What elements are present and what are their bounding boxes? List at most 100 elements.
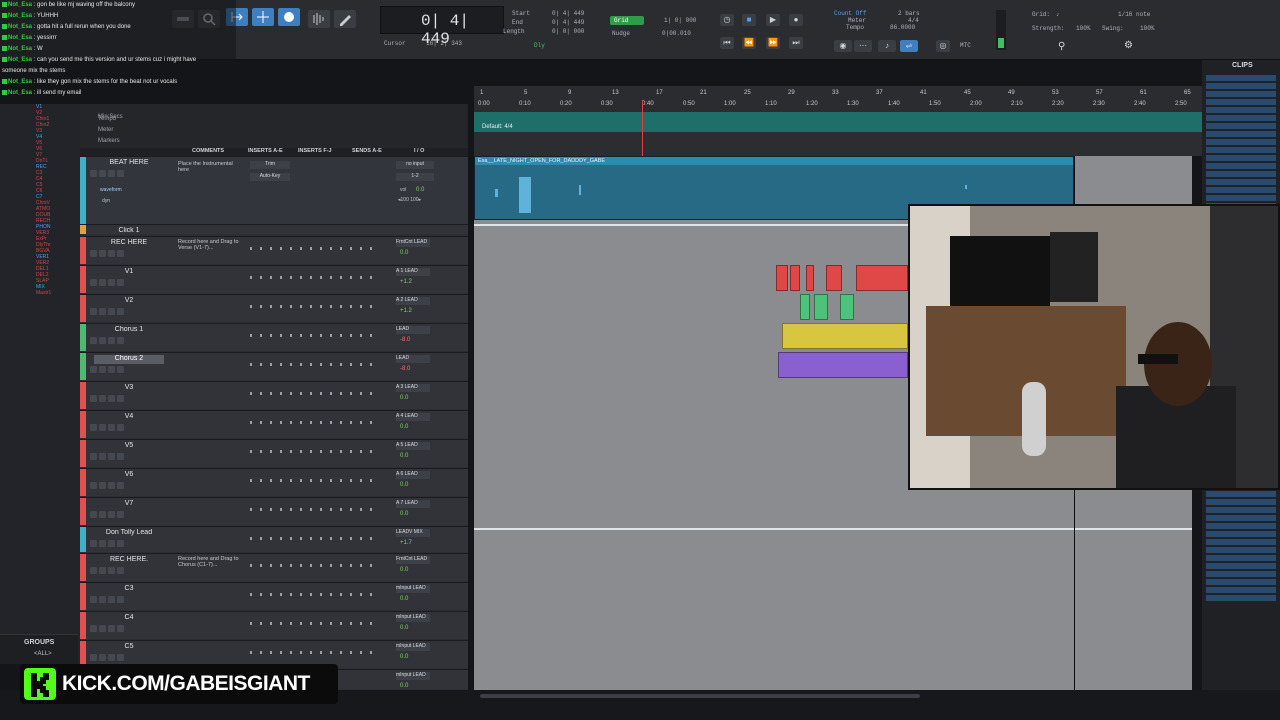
- track-name[interactable]: V5: [94, 442, 164, 451]
- insert-trim[interactable]: Trim: [250, 161, 290, 169]
- track-name[interactable]: Click 1: [94, 227, 164, 236]
- track-header[interactable]: Don Tolly Lead LEADV MIX +1.7: [80, 526, 468, 552]
- view-button[interactable]: [117, 482, 124, 489]
- mute-button[interactable]: [108, 366, 115, 373]
- mute-button[interactable]: [108, 482, 115, 489]
- solo-button[interactable]: [99, 453, 106, 460]
- insert-slots[interactable]: [250, 593, 380, 596]
- insert-slots[interactable]: [250, 334, 380, 337]
- stop-button[interactable]: ■: [742, 14, 756, 26]
- track-comment[interactable]: Record here and Drag to Chorus (C1-7)...: [178, 556, 244, 568]
- insert-slots[interactable]: [250, 363, 380, 366]
- horizontal-scrollbar[interactable]: [480, 694, 920, 698]
- track-io[interactable]: LEADV MIX: [396, 529, 430, 537]
- record-enable-button[interactable]: [90, 567, 97, 574]
- beat-pan-value[interactable]: ◂100 100▸: [398, 197, 421, 203]
- gear-icon[interactable]: ⚙: [1124, 40, 1133, 51]
- grid-value[interactable]: 1| 0| 000: [664, 17, 696, 24]
- solo-button[interactable]: [99, 424, 106, 431]
- record-enable-button[interactable]: [90, 482, 97, 489]
- track-name[interactable]: REC HERE: [94, 239, 164, 248]
- clip-list-item[interactable]: [1206, 579, 1276, 585]
- track-io[interactable]: A 2 LEAD: [396, 297, 430, 305]
- track-buttons[interactable]: [90, 625, 150, 633]
- track-io[interactable]: mInput LEAD: [396, 643, 430, 651]
- start-value[interactable]: 0| 4| 449: [552, 10, 584, 17]
- track-buttons[interactable]: [90, 482, 150, 490]
- audio-clip[interactable]: [782, 323, 908, 349]
- record-enable-button[interactable]: [90, 366, 97, 373]
- track-name[interactable]: V6: [94, 471, 164, 480]
- view-button[interactable]: [117, 279, 124, 286]
- mute-button[interactable]: [108, 567, 115, 574]
- track-buttons[interactable]: [90, 453, 150, 461]
- record-enable-button[interactable]: [90, 395, 97, 402]
- grabber-icon[interactable]: [278, 8, 300, 26]
- mute-button[interactable]: [108, 395, 115, 402]
- clip-list-item[interactable]: [1206, 571, 1276, 577]
- track-volume[interactable]: 0.0: [400, 511, 408, 517]
- return-to-zero-button[interactable]: ⏮: [720, 37, 734, 49]
- track-volume[interactable]: 0.0: [400, 395, 408, 401]
- track-name[interactable]: REC HERE.: [94, 556, 164, 565]
- insert-slots[interactable]: [250, 651, 380, 654]
- view-button[interactable]: [117, 395, 124, 402]
- track-header[interactable]: C3 mInput LEAD 0.0: [80, 582, 468, 610]
- solo-button[interactable]: [99, 250, 106, 257]
- search-icon[interactable]: ⚲: [1058, 41, 1065, 52]
- clip-list-item[interactable]: [1206, 91, 1276, 97]
- track-buttons[interactable]: [90, 395, 150, 403]
- audio-clip[interactable]: [840, 294, 854, 320]
- track-name[interactable]: Chorus 2: [94, 355, 164, 364]
- online-icon[interactable]: ◷: [720, 14, 734, 26]
- track-volume[interactable]: 0.0: [400, 482, 408, 488]
- track-buttons[interactable]: [90, 567, 150, 575]
- view-button[interactable]: [117, 654, 124, 661]
- view-button[interactable]: [117, 540, 124, 547]
- beat-track-sub[interactable]: dyn: [102, 198, 110, 204]
- track-name[interactable]: Don Tolly Lead: [94, 529, 164, 538]
- clip-list-item[interactable]: [1206, 107, 1276, 113]
- track-volume[interactable]: 0.0: [400, 250, 408, 256]
- end-value[interactable]: 0| 4| 449: [552, 19, 584, 26]
- track-io[interactable]: LEAD: [396, 355, 430, 363]
- track-io[interactable]: A 5 LEAD: [396, 442, 430, 450]
- track-io[interactable]: LEAD: [396, 326, 430, 334]
- mtc-label[interactable]: MTC: [960, 42, 971, 49]
- audio-clip[interactable]: [826, 265, 842, 291]
- grid-mode-button[interactable]: Grid: [610, 16, 644, 25]
- track-buttons[interactable]: [90, 250, 150, 258]
- track-header[interactable]: V7 A 7 LEAD 0.0: [80, 497, 468, 525]
- view-button[interactable]: [117, 453, 124, 460]
- track-buttons[interactable]: [90, 511, 150, 519]
- length-value[interactable]: 0| 0| 000: [552, 28, 584, 35]
- record-enable-button[interactable]: [90, 654, 97, 661]
- timeline-ruler[interactable]: 1 5 9 13 17 21 25 29 33 37 41 45 49 53 57 61 65 0:00 0:10 0…: [474, 86, 1202, 112]
- track-volume[interactable]: 0.0: [400, 424, 408, 430]
- record-enable-button[interactable]: [90, 424, 97, 431]
- solo-button[interactable]: [99, 395, 106, 402]
- track-header[interactable]: REC HERE Record here and Drag to Verse (V…: [80, 236, 468, 264]
- mute-button[interactable]: [108, 625, 115, 632]
- view-button[interactable]: [117, 308, 124, 315]
- track-buttons[interactable]: [90, 596, 150, 604]
- solo-button[interactable]: [99, 279, 106, 286]
- clip-list-item[interactable]: [1206, 507, 1276, 513]
- mute-button[interactable]: [108, 250, 115, 257]
- grid-panel-value[interactable]: 1/16 note: [1118, 11, 1150, 18]
- mute-button[interactable]: [108, 424, 115, 431]
- fast-forward-button[interactable]: ⏩: [766, 37, 780, 49]
- clip-list-item[interactable]: [1206, 195, 1276, 201]
- clip-list-item[interactable]: [1206, 131, 1276, 137]
- ruler-name-tempo[interactable]: Tempo: [98, 116, 116, 122]
- track-volume[interactable]: 0.0: [400, 567, 408, 573]
- audio-clip[interactable]: [814, 294, 828, 320]
- track-name[interactable]: V4: [94, 413, 164, 422]
- solo-button[interactable]: [99, 596, 106, 603]
- track-header[interactable]: Click 1: [80, 224, 468, 234]
- track-buttons[interactable]: [90, 540, 150, 548]
- track-io[interactable]: mInput LEAD: [396, 672, 430, 680]
- ruler-name-meter[interactable]: Meter: [98, 127, 113, 133]
- clip-list-item[interactable]: [1206, 187, 1276, 193]
- track-buttons[interactable]: [90, 424, 150, 432]
